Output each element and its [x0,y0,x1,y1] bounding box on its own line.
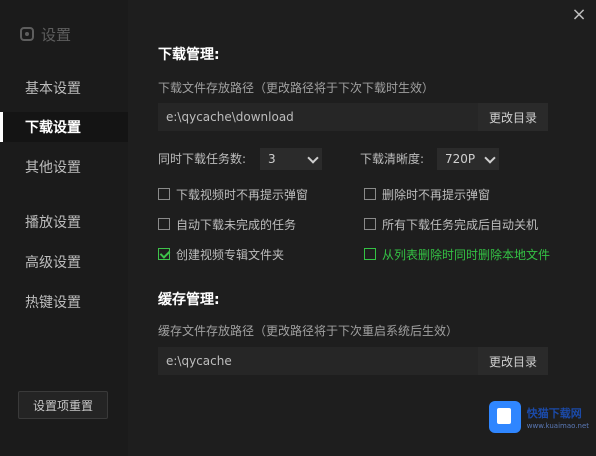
download-section-title: 下载管理: [158,47,220,63]
checkbox-unchecked[interactable] [364,218,376,230]
site-watermark: 快猫下载网 www.kuaimao.net [489,397,589,437]
sidebar-item-playback[interactable]: 播放设置 [0,207,128,237]
concurrent-tasks-label: 同时下载任务数: [158,152,247,166]
sidebar-item-label: 下载设置 [25,120,81,136]
sidebar-item-other[interactable]: 其他设置 [0,152,128,182]
download-quality-select[interactable]: 720P [437,148,499,170]
option-shutdown-after-downloads[interactable]: 所有下载任务完成后自动关机 [364,215,538,233]
chevron-down-icon [483,148,499,170]
sidebar-item-label: 高级设置 [25,255,81,271]
download-change-dir-button[interactable]: 更改目录 [478,103,548,131]
download-path-row: e:\qycache\download 更改目录 [158,103,548,131]
option-auto-download-unfinished[interactable]: 自动下载未完成的任务 [158,215,296,233]
option-no-prompt-on-delete[interactable]: 删除时不再提示弹窗 [364,185,490,203]
watermark-text: 快猫下载网 [526,406,582,420]
cache-path-row: e:\qycache 更改目录 [158,347,548,375]
sidebar-item-advanced[interactable]: 高级设置 [0,247,128,277]
sidebar-item-label: 热键设置 [25,295,81,311]
cache-change-dir-button[interactable]: 更改目录 [478,347,548,375]
option-label: 从列表删除时同时删除本地文件 [382,247,551,262]
sidebar-item-hotkeys[interactable]: 热键设置 [0,287,128,317]
sidebar-item-label: 基本设置 [25,81,81,97]
download-quality-value: 720P [445,152,476,166]
checkbox-unchecked[interactable] [158,188,170,200]
checkbox-unchecked[interactable] [158,218,170,230]
sidebar-item-download[interactable]: 下载设置 [0,112,128,142]
option-label: 删除时不再提示弹窗 [382,187,491,202]
checkbox-unchecked[interactable] [364,188,376,200]
option-label: 创建视频专辑文件夹 [176,247,285,262]
cache-path-hint: 缓存文件存放路径（更改路径将于下次重启系统后生效） [158,324,459,338]
gear-icon [20,27,34,41]
sidebar-item-label: 其他设置 [25,160,81,176]
app-title-text: 设置 [41,25,72,44]
settings-main-panel: × 下载管理: 下载文件存放路径（更改路径将于下次下载时生效） e:\qycac… [128,0,596,456]
cache-section-title: 缓存管理: [158,292,220,308]
download-path-hint: 下载文件存放路径（更改路径将于下次下载时生效） [158,81,435,95]
option-delete-local-files[interactable]: 从列表删除时同时删除本地文件 [364,245,550,263]
concurrent-tasks-select[interactable]: 3 [260,148,322,170]
option-label: 下载视频时不再提示弹窗 [176,187,309,202]
option-create-album-folder[interactable]: 创建视频专辑文件夹 [158,245,284,263]
app-title: 设置 [20,24,71,44]
watermark-logo-icon [489,401,521,433]
close-icon[interactable]: × [570,6,588,24]
sidebar-item-label: 播放设置 [25,215,81,231]
option-no-prompt-on-download[interactable]: 下载视频时不再提示弹窗 [158,185,308,203]
watermark-url: www.kuaimao.net [526,421,589,430]
settings-sidebar: 设置 基本设置 下载设置 其他设置 播放设置 高级设置 热键设置 设置项重置 [0,0,128,456]
checkbox-checked[interactable] [158,248,170,260]
download-quality-label: 下载清晰度: [360,152,425,166]
concurrent-tasks-value: 3 [268,152,276,166]
option-label: 自动下载未完成的任务 [176,217,297,232]
cache-path-input[interactable]: e:\qycache [166,347,232,375]
checkbox-unchecked[interactable] [364,248,376,260]
sidebar-item-basic[interactable]: 基本设置 [0,73,128,103]
reset-settings-button[interactable]: 设置项重置 [18,391,108,419]
chevron-down-icon [306,148,322,170]
download-path-input[interactable]: e:\qycache\download [166,103,294,131]
option-label: 所有下载任务完成后自动关机 [382,217,539,232]
